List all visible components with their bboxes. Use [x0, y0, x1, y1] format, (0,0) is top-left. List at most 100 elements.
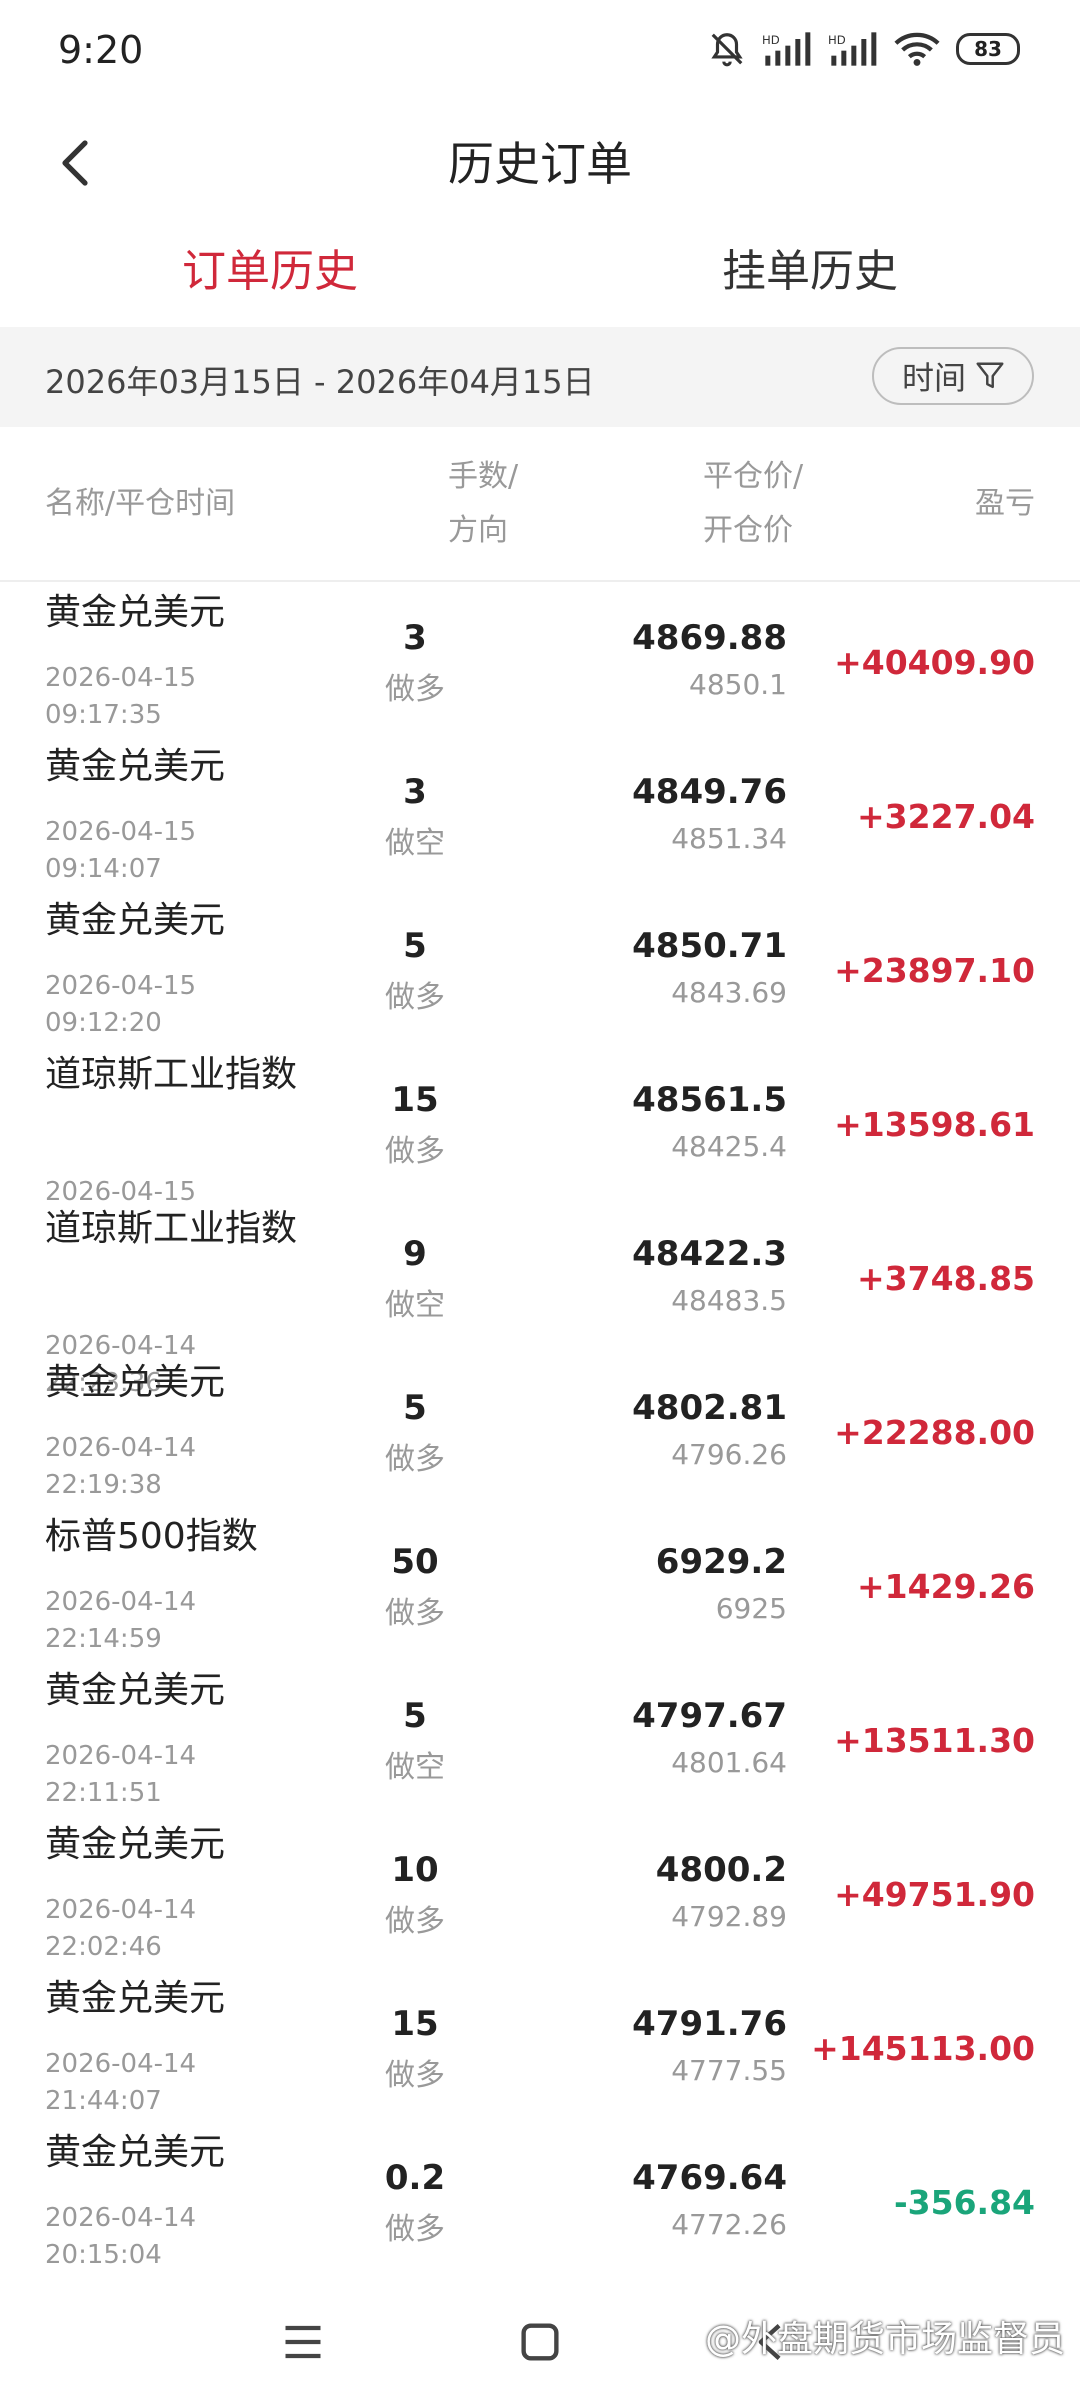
order-qty: 3: [403, 772, 427, 812]
order-name: 黄金兑美元: [45, 1362, 226, 1403]
signal-icon-2: HD: [828, 32, 878, 66]
order-open-price: 48425.4: [671, 1130, 787, 1163]
order-open-price: 4801.64: [671, 1746, 787, 1779]
wifi-icon: [894, 31, 940, 67]
order-name: 黄金兑美元: [45, 1824, 226, 1865]
order-pnl: +40409.90: [834, 643, 1035, 682]
date-range-label[interactable]: 2026年03月15日 - 2026年04月15日: [45, 357, 595, 403]
order-close-time: 2026-04-14 22:02:46: [45, 1895, 197, 1962]
column-header-qty-line1: 手数/: [448, 459, 519, 494]
order-qty: 5: [403, 926, 427, 966]
battery-icon: 83: [956, 33, 1020, 65]
table-row[interactable]: 黄金兑美元 2026-04-15 09:12:20 5 做多 4850.71 48…: [0, 896, 1080, 1050]
order-direction: 做多: [385, 2212, 445, 2247]
order-open-price: 4843.69: [671, 976, 787, 1009]
order-close-time: 2026-04-15 09:14:07: [45, 817, 197, 884]
column-header-price: 平仓价/ 开仓价: [703, 450, 803, 558]
order-close-price: 48422.3: [632, 1234, 787, 1274]
order-pnl: +22288.00: [834, 1413, 1035, 1452]
filter-icon: [976, 362, 1004, 389]
time-filter-label: 时间: [901, 359, 966, 397]
header-divider: [0, 580, 1080, 582]
table-row[interactable]: 黄金兑美元 2026-04-14 22:11:51 5 做空 4797.67 48…: [0, 1666, 1080, 1820]
order-close-price: 4769.64: [632, 2158, 787, 2198]
order-close-time: 2026-04-14 22:19:38: [45, 1433, 197, 1500]
order-close-price: 4797.67: [632, 1696, 787, 1736]
time-filter-button[interactable]: 时间: [872, 347, 1034, 405]
tab-bar: 订单历史 挂单历史: [0, 235, 1080, 315]
order-qty: 0.2: [384, 2158, 446, 2198]
order-direction: 做空: [385, 1288, 445, 1323]
order-pnl: +3227.04: [857, 797, 1035, 836]
order-close-price: 4850.71: [632, 926, 787, 966]
order-close-time: 2026-04-14 21:44:07: [45, 2049, 197, 2116]
column-header-name: 名称/平仓时间: [45, 486, 236, 521]
table-row[interactable]: 黄金兑美元 2026-04-14 22:02:46 10 做多 4800.2 47…: [0, 1820, 1080, 1974]
order-close-price: 4802.81: [632, 1388, 787, 1428]
table-row[interactable]: 黄金兑美元 2026-04-15 09:17:35 3 做多 4869.88 48…: [0, 588, 1080, 742]
order-pnl: +1429.26: [857, 1567, 1035, 1606]
table-row[interactable]: 道琼斯工业指数 2026-04-14 22:23:36 9 做空 48422.3 …: [0, 1204, 1080, 1398]
status-icons: HD HD 83: [708, 30, 1020, 68]
home-icon: [521, 2323, 559, 2361]
order-qty: 9: [403, 1234, 427, 1274]
order-qty: 15: [391, 1080, 439, 1120]
order-close-price: 6929.2: [655, 1542, 787, 1582]
order-open-price: 4796.26: [671, 1438, 787, 1471]
page-title: 历史订单: [448, 137, 632, 191]
mute-icon: [708, 30, 746, 68]
order-close-time: 2026-04-15 09:17:35: [45, 663, 197, 730]
order-close-time: 2026-04-14 22:11:51: [45, 1741, 197, 1808]
order-open-price: 4777.55: [671, 2054, 787, 2087]
order-open-price: 4772.26: [671, 2208, 787, 2241]
table-row[interactable]: 标普500指数 2026-04-14 22:14:59 50 做多 6929.2 …: [0, 1512, 1080, 1666]
order-close-price: 4800.2: [655, 1850, 787, 1890]
table-row[interactable]: 黄金兑美元 2026-04-14 20:15:04 0.2 做多 4769.64 …: [0, 2128, 1080, 2282]
order-pnl: -356.84: [893, 2183, 1035, 2222]
date-range-bar[interactable]: 2026年03月15日 - 2026年04月15日 时间: [0, 327, 1080, 427]
order-open-price: 4850.1: [689, 668, 787, 701]
recent-apps-button[interactable]: [268, 2307, 338, 2377]
order-open-price: 6925: [715, 1592, 787, 1625]
order-direction: 做多: [385, 1904, 445, 1939]
order-pnl: +3748.85: [857, 1259, 1035, 1298]
order-name: 标普500指数: [45, 1516, 258, 1557]
order-qty: 3: [403, 618, 427, 658]
order-direction: 做多: [385, 1442, 445, 1477]
tab-order-history[interactable]: 订单历史: [0, 235, 540, 299]
order-list: 黄金兑美元 2026-04-15 09:17:35 3 做多 4869.88 48…: [0, 588, 1080, 2282]
table-row[interactable]: 黄金兑美元 2026-04-14 22:19:38 5 做多 4802.81 47…: [0, 1358, 1080, 1512]
table-row[interactable]: 黄金兑美元 2026-04-14 21:44:07 15 做多 4791.76 4…: [0, 1974, 1080, 2128]
order-name: 道琼斯工业指数: [45, 1208, 298, 1249]
order-name: 道琼斯工业指数: [45, 1054, 298, 1095]
status-bar: 9:20 HD HD 83: [0, 0, 1080, 110]
order-name: 黄金兑美元: [45, 746, 226, 787]
home-button[interactable]: [505, 2307, 575, 2377]
order-direction: 做多: [385, 2058, 445, 2093]
order-qty: 50: [391, 1542, 439, 1582]
order-direction: 做多: [385, 672, 445, 707]
order-direction: 做多: [385, 1134, 445, 1169]
order-pnl: +13511.30: [834, 1721, 1035, 1760]
column-header-qty: 手数/ 方向: [448, 450, 518, 558]
order-direction: 做空: [385, 826, 445, 861]
order-direction: 做多: [385, 1596, 445, 1631]
column-header-price-line1: 平仓价/: [703, 459, 804, 494]
order-name: 黄金兑美元: [45, 2132, 226, 2173]
order-qty: 5: [403, 1388, 427, 1428]
order-qty: 5: [403, 1696, 427, 1736]
order-pnl: +13598.61: [834, 1105, 1035, 1144]
column-header-price-line2: 开仓价: [703, 513, 793, 548]
svg-text:HD: HD: [762, 33, 780, 47]
order-close-time: 2026-04-15 09:12:20: [45, 971, 197, 1038]
order-pnl: +145113.00: [811, 2029, 1035, 2068]
table-row[interactable]: 道琼斯工业指数 2026-04-15 15 做多 48561.5 48425.4…: [0, 1050, 1080, 1207]
order-pnl: +49751.90: [834, 1875, 1035, 1914]
order-close-time: 2026-04-14 20:15:04: [45, 2203, 197, 2270]
svg-text:HD: HD: [828, 33, 846, 47]
order-name: 黄金兑美元: [45, 900, 226, 941]
tab-pending-order-history[interactable]: 挂单历史: [540, 235, 1080, 299]
order-close-price: 4849.76: [632, 772, 787, 812]
order-pnl: +23897.10: [834, 951, 1035, 990]
table-row[interactable]: 黄金兑美元 2026-04-15 09:14:07 3 做空 4849.76 48…: [0, 742, 1080, 896]
